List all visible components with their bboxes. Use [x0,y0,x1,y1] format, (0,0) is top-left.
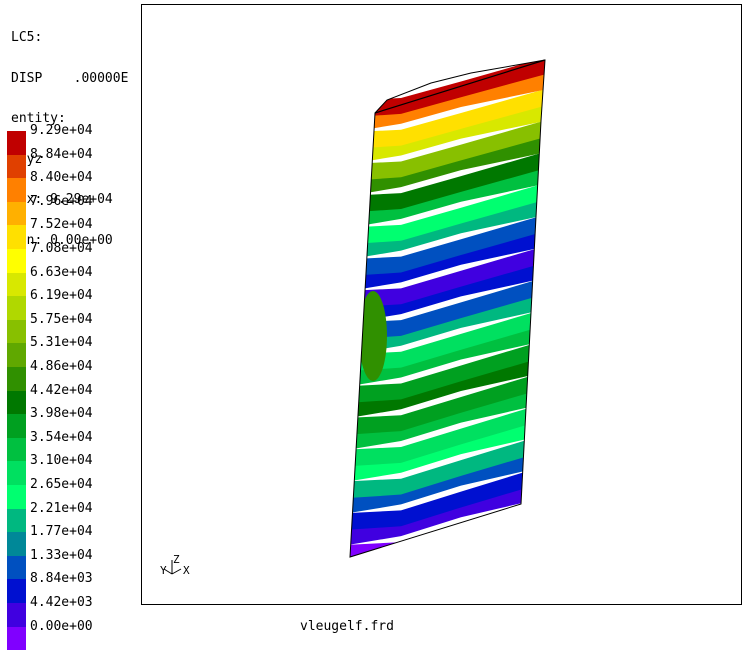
legend-swatch [7,603,26,627]
legend-label: 1.77e+04 [30,524,93,540]
legend-label: 4.86e+04 [30,359,93,374]
filename-label: vleugelf.frd [300,619,394,634]
legend-label: 4.42e+03 [30,595,93,610]
legend-swatch [7,249,26,273]
legend-label: 4.42e+04 [30,382,93,398]
legend-swatch [7,272,26,297]
legend-swatch [7,626,26,651]
legend-swatch [7,178,26,202]
legend-label: 7.52e+04 [30,217,93,233]
legend-label: 6.19e+04 [30,288,93,304]
legend-swatch [7,508,26,533]
legend-swatch [7,225,26,249]
model-viewport[interactable]: Z Y X [141,4,742,605]
legend-label: 8.40e+04 [30,170,93,186]
legend-label: 5.75e+04 [30,311,93,327]
legend-label: 3.10e+04 [30,453,93,469]
legend-swatch [7,319,26,344]
model-canvas[interactable]: Z Y X [142,5,742,605]
wing-contour-bands [350,60,545,557]
legend-label: 0.00e+00 [30,618,93,634]
legend-swatch [7,579,26,603]
legend-label: 9.29e+04 [30,123,93,138]
axis-label-y: Y [160,564,167,577]
legend-label: 3.98e+04 [30,406,93,422]
legend-swatch [7,532,26,556]
legend-label: 1.33e+04 [30,547,93,563]
axis-label-x: X [183,564,190,577]
legend-swatch [7,390,26,415]
legend-label: 8.84e+04 [30,146,93,162]
axis-label-z: Z [173,553,180,566]
legend-label: 6.63e+04 [30,264,93,280]
legend-swatch [7,555,26,580]
legend-swatch [7,367,26,391]
contour-patch [359,291,387,381]
legend-label: 5.31e+04 [30,335,93,351]
legend-swatch [7,414,26,438]
legend-swatch [7,461,26,485]
legend-swatch [7,485,26,509]
legend-swatch [7,131,26,155]
legend-swatch [7,201,26,226]
legend-swatch [7,296,26,320]
legend-swatch [7,437,26,462]
legend-label: 7.96e+04 [30,193,93,209]
legend-label: 7.08e+04 [30,241,93,256]
legend-label: 8.84e+03 [30,571,93,587]
legend-swatch [7,343,26,367]
loadcase-label: LC5: [11,30,43,45]
legend-label: 3.54e+04 [30,429,93,445]
dataset-label: DISP [11,70,43,86]
legend-label: 2.21e+04 [30,500,93,516]
dataset-value: .00000E [73,70,129,86]
dataset-line: DISP .00000E [11,70,129,86]
legend-label: 2.65e+04 [30,477,93,492]
legend-swatch [7,154,26,179]
